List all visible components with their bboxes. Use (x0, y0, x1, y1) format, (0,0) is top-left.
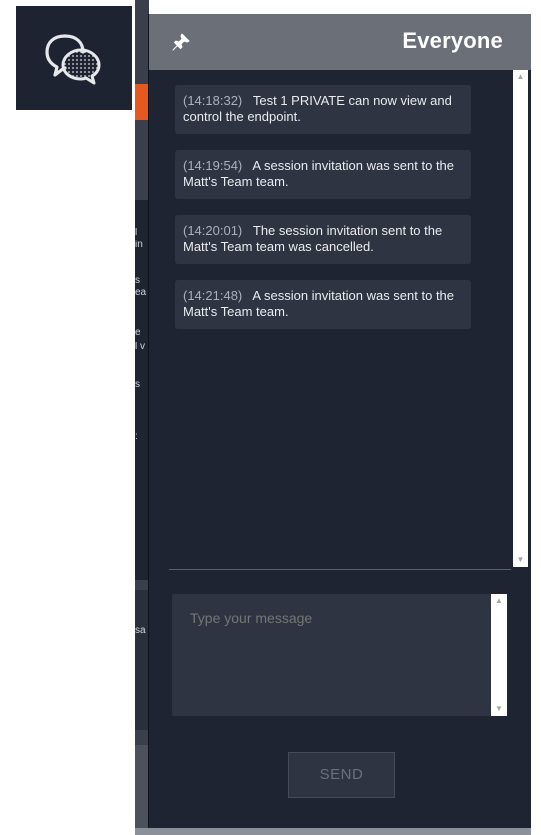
message-time: (14:19:54) (183, 158, 243, 173)
message-list: (14:18:32) Test 1 PRIVATE can now view a… (149, 70, 513, 567)
chat-message: (14:21:48) A session invitation was sent… (175, 280, 471, 329)
background-fragment: in (135, 240, 143, 250)
background-fragment: sa (135, 626, 146, 636)
scroll-down-arrow-icon[interactable]: ▼ (513, 553, 528, 567)
chat-toggle-button[interactable] (16, 6, 132, 110)
chat-message: (14:18:32) Test 1 PRIVATE can now view a… (175, 85, 471, 134)
message-list-scrollbar[interactable]: ▲ ▼ (513, 70, 528, 567)
message-input[interactable] (172, 594, 491, 716)
background-app-strip: l in s ea e l v s : sa (135, 0, 149, 835)
background-mid-region: sa (135, 590, 149, 730)
window-edge (531, 0, 541, 835)
background-orange-bar (135, 84, 149, 120)
background-fragment: ea (135, 288, 147, 298)
panel-bottom-bar (135, 828, 531, 835)
chat-message: (14:20:01) The session invitation sent t… (175, 215, 471, 264)
chat-header: Everyone (149, 14, 531, 70)
scroll-up-arrow-icon[interactable]: ▲ (491, 594, 507, 608)
pin-icon[interactable] (171, 32, 191, 52)
chat-message: (14:19:54) A session invitation was sent… (175, 150, 471, 199)
composer-divider (169, 569, 511, 570)
chat-panel: Everyone (14:18:32) Test 1 PRIVATE can n… (149, 14, 531, 828)
message-time: (14:20:01) (183, 223, 243, 238)
scroll-down-arrow-icon[interactable]: ▼ (491, 702, 507, 716)
send-button[interactable]: SEND (288, 752, 395, 798)
chat-bubbles-icon (45, 34, 101, 85)
scroll-up-arrow-icon[interactable]: ▲ (513, 70, 528, 84)
background-fragment: l v (135, 342, 145, 352)
background-fragment: e (135, 328, 141, 338)
background-bottom-region (135, 745, 149, 835)
chat-title: Everyone (402, 28, 503, 53)
background-fragment: : (135, 432, 138, 442)
background-fragment: s (135, 380, 140, 390)
message-time: (14:18:32) (183, 93, 243, 108)
message-input-scrollbar[interactable]: ▲ ▼ (491, 594, 507, 716)
message-time: (14:21:48) (183, 288, 243, 303)
